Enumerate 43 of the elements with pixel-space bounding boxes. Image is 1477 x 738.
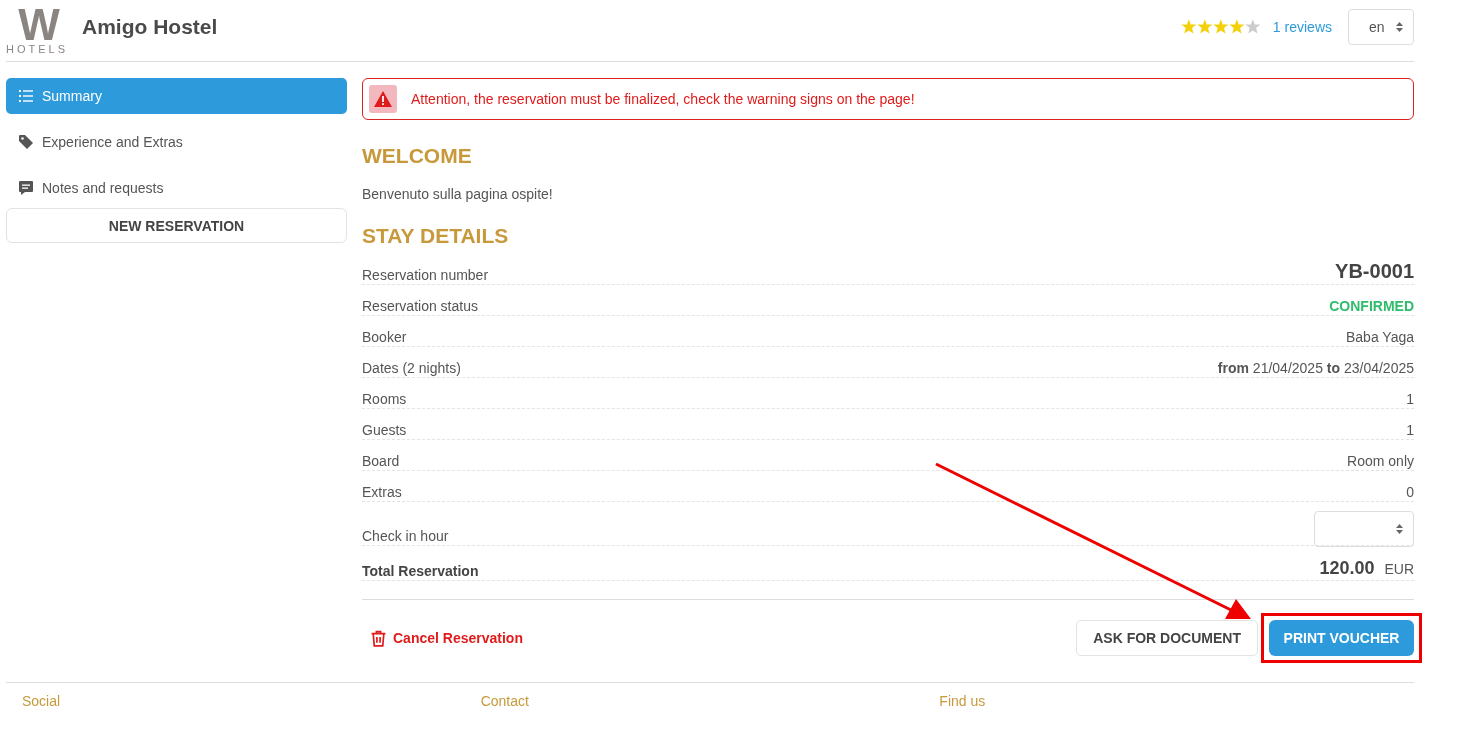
detail-label: Extras xyxy=(362,484,402,500)
detail-label: Booker xyxy=(362,329,407,345)
detail-label: Reservation status xyxy=(362,298,478,314)
warning-icon xyxy=(369,85,397,113)
hotel-logo: W HOTELS xyxy=(5,6,69,55)
sidebar-item[interactable]: Experience and Extras xyxy=(6,124,347,160)
detail-value: CONFIRMED xyxy=(1329,298,1414,314)
sidebar-item[interactable]: Notes and requests xyxy=(6,170,347,206)
alert-message: Attention, the reservation must be finalized, check the warning signs on the page! xyxy=(411,91,915,107)
hotel-name: Amigo Hostel xyxy=(82,14,218,39)
section-heading: STAY DETAILS xyxy=(362,224,510,248)
detail-value: 1 xyxy=(1406,391,1414,407)
check-in-hour-select[interactable] xyxy=(1314,511,1414,547)
list-icon xyxy=(18,88,34,104)
currency-label: EUR xyxy=(1384,561,1414,577)
cancel-reservation-link[interactable]: Cancel Reservation xyxy=(370,629,523,647)
sort-caret-icon xyxy=(1396,524,1403,534)
detail-value: Room only xyxy=(1347,453,1414,469)
comment-icon xyxy=(18,180,34,196)
detail-label: Check in hour xyxy=(362,528,449,544)
detail-label: Guests xyxy=(362,422,407,438)
detail-label: Dates (2 nights) xyxy=(362,360,461,376)
trash-icon xyxy=(370,629,387,647)
footer-heading: Contact xyxy=(480,693,530,709)
footer-heading: Social xyxy=(22,693,62,709)
total-amount: 120.00 xyxy=(1319,558,1375,579)
welcome-text: Benvenuto sulla pagina ospite! xyxy=(362,186,554,202)
tag-icon xyxy=(18,134,34,150)
detail-value: 1 xyxy=(1406,422,1414,438)
sort-caret-icon xyxy=(1396,21,1403,32)
detail-label: Total Reservation xyxy=(362,563,479,579)
footer-heading: Find us xyxy=(939,693,987,709)
section-heading: WELCOME xyxy=(362,144,473,168)
detail-value: from 21/04/2025 to 23/04/2025 xyxy=(1217,360,1414,376)
language-select[interactable]: en xyxy=(1348,8,1414,45)
detail-label: Reservation number xyxy=(362,267,489,283)
detail-value: Baba Yaga xyxy=(1346,329,1414,345)
detail-value: YB-0001 xyxy=(1335,260,1414,283)
detail-label: Board xyxy=(362,453,400,469)
new-reservation-button[interactable]: NEW RESERVATION xyxy=(6,208,347,243)
detail-label: Rooms xyxy=(362,391,407,407)
detail-value: 0 xyxy=(1406,484,1414,500)
ask-for-document-button[interactable]: ASK FOR DOCUMENT xyxy=(1076,620,1258,656)
